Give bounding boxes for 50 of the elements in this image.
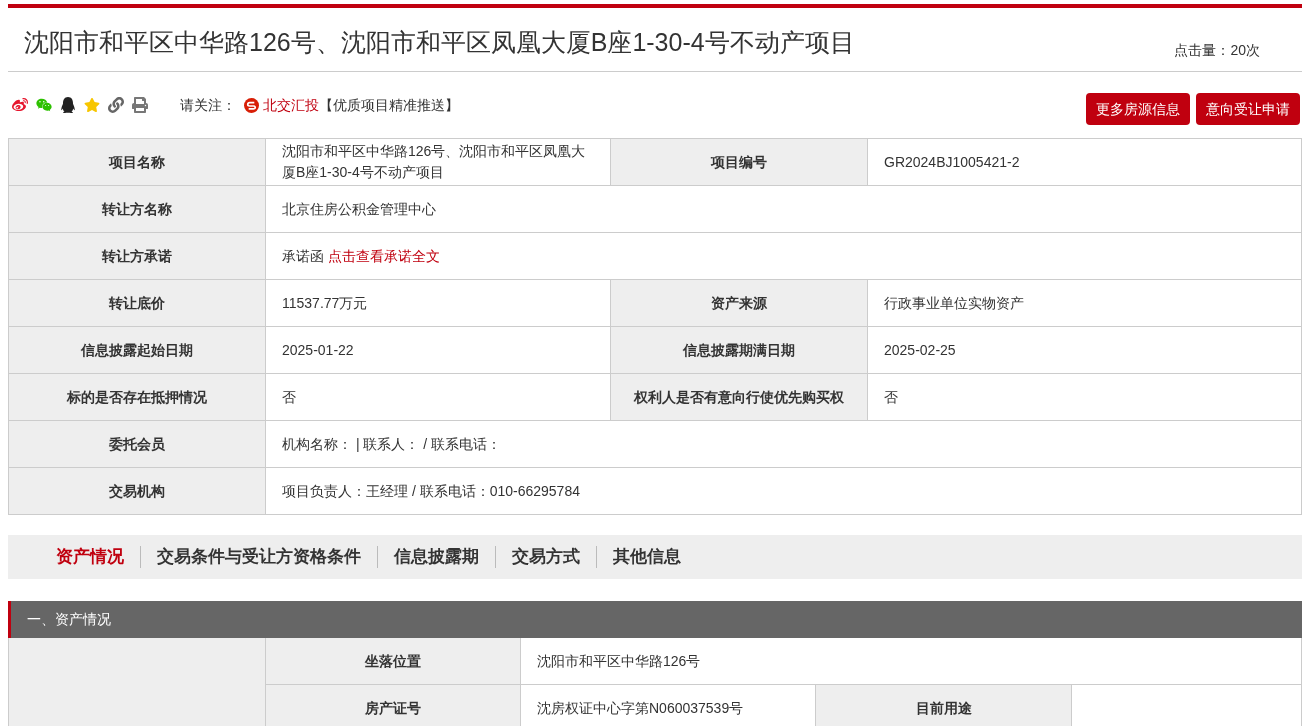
field-value: 11537.77万元 — [282, 293, 368, 313]
follow-label: 请关注： — [180, 95, 236, 115]
field-label: 转让方承诺 — [102, 246, 172, 266]
field-value: 机构名称： | 联系人： / 联系电话： — [282, 434, 502, 454]
field-value: 行政事业单位实物资产 — [884, 293, 1024, 313]
section-tab[interactable]: 资产情况 — [40, 544, 140, 570]
field-label: 转让方名称 — [102, 199, 172, 219]
field-value: 否 — [884, 387, 898, 407]
brand-link[interactable]: 北交汇投 — [263, 94, 319, 116]
section-tab[interactable]: 交易条件与受让方资格条件 — [141, 544, 377, 570]
logo-icon — [244, 97, 259, 113]
action-button[interactable]: 意向受让申请 — [1196, 93, 1300, 125]
field-value: 沈阳市和平区中华路126号 — [537, 651, 701, 671]
field-label: 交易机构 — [109, 481, 165, 501]
field-label: 坐落位置 — [365, 651, 421, 671]
field-label: 项目编号 — [711, 152, 767, 172]
field-label: 转让底价 — [109, 293, 165, 313]
field-label: 标的是否存在抵押情况 — [67, 387, 207, 407]
section-tab[interactable]: 其他信息 — [597, 544, 697, 570]
promo-note: 【优质项目精准推送】 — [319, 95, 459, 115]
section-heading: 一、资产情况 — [27, 610, 111, 629]
field-label: 委托会员 — [109, 434, 165, 454]
field-value: 沈房权证中心字第N060037539号 — [537, 698, 744, 718]
field-label: 房产证号 — [365, 698, 421, 718]
field-label: 资产来源 — [711, 293, 767, 313]
star-icon[interactable] — [84, 97, 100, 113]
field-value: GR2024BJ1005421-2 — [884, 152, 1020, 172]
swirl-icon[interactable] — [12, 97, 28, 113]
print-icon[interactable] — [132, 97, 148, 113]
field-label: 项目名称 — [109, 152, 165, 172]
chat-bubbles-icon[interactable] — [36, 97, 52, 113]
field-label: 目前用途 — [915, 698, 972, 718]
field-label: 权利人是否有意向行使优先购买权 — [634, 387, 844, 407]
click-count: 点击量：20次 — [1174, 41, 1260, 60]
field-label: 信息披露期满日期 — [683, 340, 795, 360]
commitment-link[interactable]: 点击查看承诺全文 — [327, 247, 440, 264]
field-value: 项目负责人：王经理 / 联系电话：010-66295784 — [282, 481, 580, 501]
field-value: 2025-02-25 — [884, 340, 956, 360]
link-icon[interactable] — [108, 97, 124, 113]
action-button[interactable]: 更多房源信息 — [1086, 93, 1190, 125]
field-value: 承诺函 点击查看承诺全文 — [282, 246, 440, 266]
penguin-icon[interactable] — [60, 97, 76, 113]
field-value: 2025-01-22 — [282, 340, 354, 360]
field-value: 否 — [282, 387, 296, 407]
page-title: 沈阳市和平区中华路126号、沈阳市和平区凤凰大厦B座1-30-4号不动产项目 — [23, 30, 855, 55]
field-value: 北京住房公积金管理中心 — [282, 199, 436, 219]
section-tab[interactable]: 交易方式 — [496, 544, 596, 570]
field-label: 信息披露起始日期 — [81, 340, 193, 360]
section-tab[interactable]: 信息披露期 — [378, 544, 495, 570]
field-value: 沈阳市和平区中华路126号、沈阳市和平区凤凰大厦B座1-30-4号不动产项目 — [282, 142, 587, 182]
